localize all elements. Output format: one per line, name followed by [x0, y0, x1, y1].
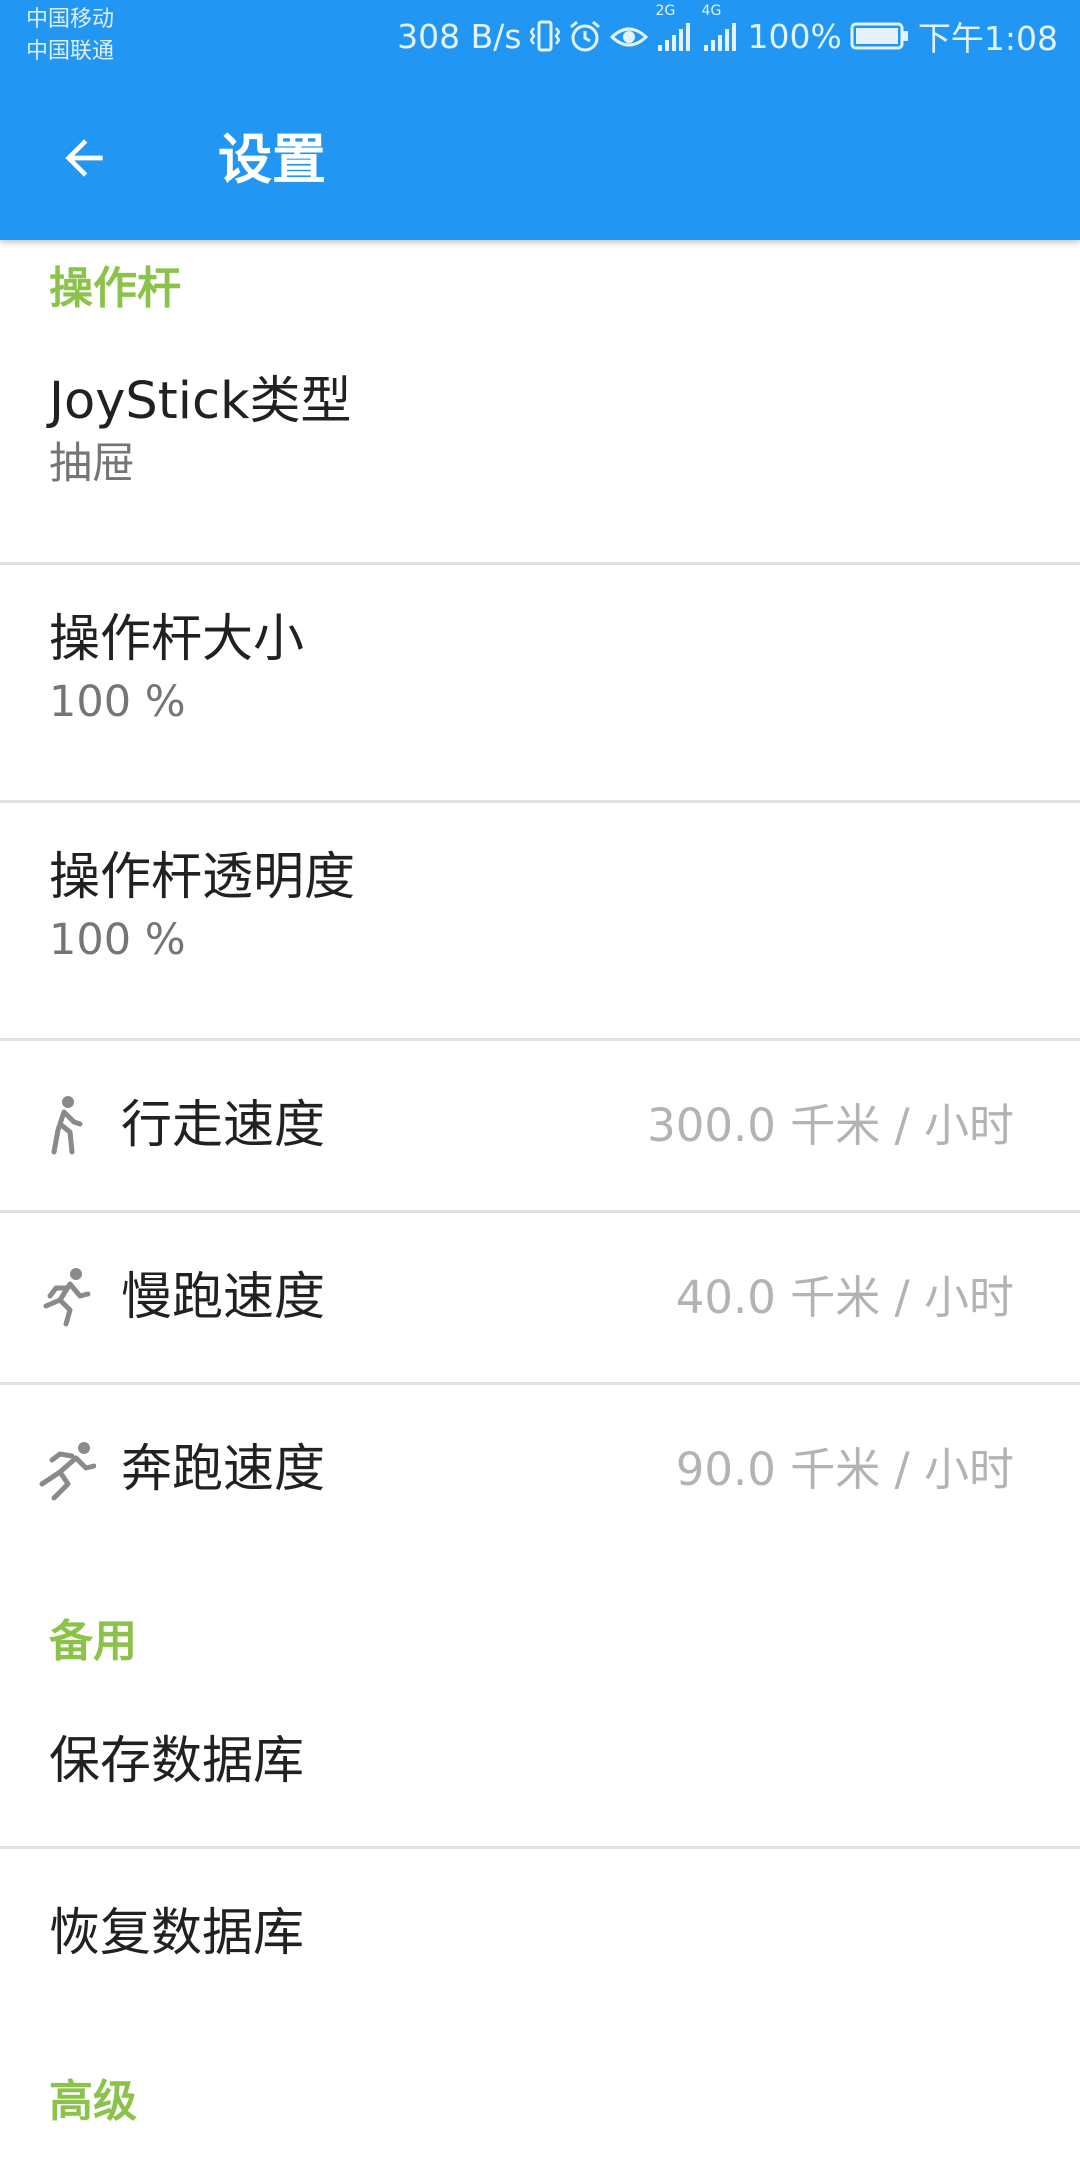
toolbar: 设置 [0, 72, 1080, 240]
pref-title: 操作杆大小 [49, 610, 305, 669]
carrier-2-label: 中国联通 [26, 39, 115, 64]
run-icon [36, 1438, 97, 1502]
status-bar: 中国移动 中国联通 308 B/s 2G 4G 100% 下午1:08 [0, 0, 1080, 72]
battery-percent: 100% [747, 16, 842, 56]
network-type-2g: 2G [655, 3, 676, 19]
pref-title: 恢复数据库 [49, 1904, 305, 1963]
app-bar: 中国移动 中国联通 308 B/s 2G 4G 100% 下午1:08 设置 [0, 0, 1080, 240]
pref-title: 操作杆透明度 [49, 848, 356, 907]
pref-value: 90.0 千米 / 小时 [675, 1443, 1014, 1496]
pref-summary: 抽屉 [49, 439, 135, 489]
pref-restore-database[interactable]: 恢复数据库 [0, 1902, 1080, 2042]
section-header-advanced: 高级 [49, 2076, 137, 2127]
net-speed: 308 B/s [397, 16, 522, 56]
pref-run-speed[interactable]: 奔跑速度 90.0 千米 / 小时 [0, 1384, 1080, 1556]
arrow-back-icon [56, 130, 112, 190]
eye-comfort-icon [609, 21, 648, 51]
walk-icon [36, 1094, 96, 1158]
pref-save-database[interactable]: 保存数据库 [0, 1730, 1080, 1870]
pref-summary: 100 % [49, 915, 186, 965]
jog-icon [36, 1266, 96, 1330]
alarm-icon [568, 19, 602, 53]
pref-value: 40.0 千米 / 小时 [675, 1271, 1014, 1324]
pref-walk-speed[interactable]: 行走速度 300.0 千米 / 小时 [0, 1040, 1080, 1212]
back-button[interactable] [36, 112, 132, 208]
pref-title: 慢跑速度 [121, 1268, 326, 1327]
page-title: 设置 [218, 128, 326, 191]
pref-title: 行走速度 [121, 1096, 326, 1155]
battery-icon [850, 21, 910, 51]
signal-icon: 4G [702, 3, 740, 53]
pref-title: 奔跑速度 [121, 1440, 326, 1499]
pref-title: JoyStick类型 [49, 372, 352, 431]
section-header-joystick: 操作杆 [49, 263, 181, 314]
clock: 下午1:08 [917, 19, 1058, 58]
status-indicators: 308 B/s 2G 4G 100% 下午1:08 [397, 0, 1058, 72]
section-header-backup: 备用 [49, 1616, 137, 1667]
network-type-4g: 4G [701, 3, 722, 19]
divider [0, 1846, 1080, 1849]
settings-list: 操作杆 JoyStick类型 抽屉 操作杆大小 100 % 操作杆透明度 100… [0, 240, 1080, 2160]
carrier-1-label: 中国移动 [26, 7, 115, 32]
divider [0, 800, 1080, 803]
pref-title: 保存数据库 [49, 1732, 305, 1791]
divider [0, 562, 1080, 565]
pref-summary: 100 % [49, 677, 186, 727]
pref-value: 300.0 千米 / 小时 [647, 1099, 1014, 1152]
vibrate-icon [529, 19, 560, 53]
pref-jog-speed[interactable]: 慢跑速度 40.0 千米 / 小时 [0, 1212, 1080, 1384]
pref-joystick-type[interactable]: JoyStick类型 抽屉 [0, 370, 1080, 570]
pref-joystick-size[interactable]: 操作杆大小 100 % [0, 608, 1080, 808]
signal-icon: 2G [656, 3, 694, 53]
pref-joystick-opacity[interactable]: 操作杆透明度 100 % [0, 846, 1080, 1046]
